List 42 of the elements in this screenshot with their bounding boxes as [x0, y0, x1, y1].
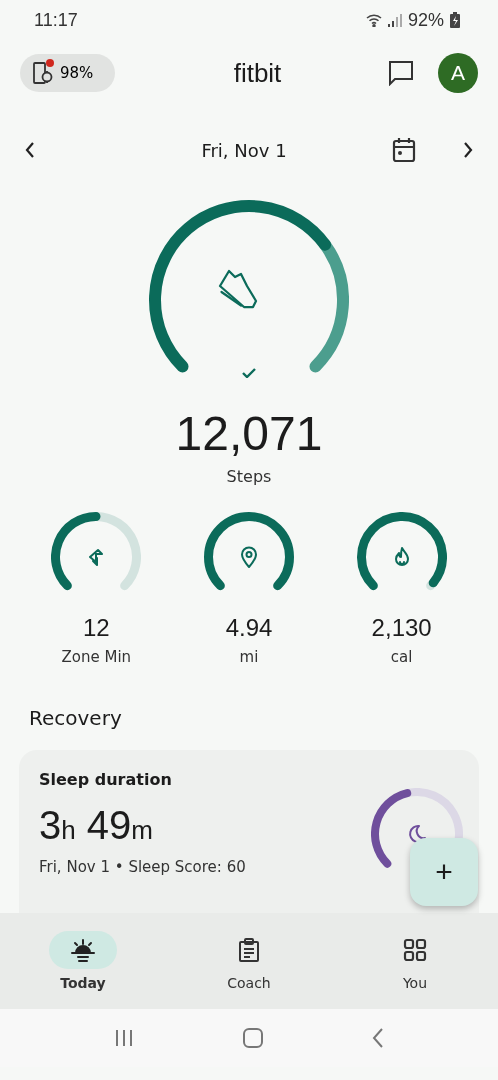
stat-label: Zone Min: [61, 648, 132, 666]
nav-tab[interactable]: You: [355, 931, 475, 991]
wifi-icon: [365, 13, 382, 27]
stat-label: cal: [390, 648, 413, 666]
sneaker-icon: [218, 269, 258, 309]
clipboard-icon: [238, 938, 260, 962]
message-icon[interactable]: [388, 60, 414, 86]
remaining-arc: [425, 578, 438, 591]
watch-phone-icon: [32, 61, 54, 85]
add-button[interactable]: +: [410, 838, 478, 906]
stat-value: 2,130: [371, 614, 432, 642]
card-title: Sleep duration: [39, 770, 173, 789]
home-icon[interactable]: [243, 1028, 263, 1048]
double-chevron-icon: [89, 549, 104, 566]
nav-tab[interactable]: Today: [23, 931, 143, 991]
moon-icon: [409, 824, 426, 843]
back-icon[interactable]: [371, 1028, 384, 1048]
steps-label: Steps: [226, 467, 272, 486]
recent-apps-icon[interactable]: [114, 1029, 135, 1047]
device-battery-chip[interactable]: 98%: [20, 54, 115, 92]
flame-icon: [394, 547, 409, 566]
previous-icon[interactable]: [24, 141, 36, 159]
grid-icon: [403, 938, 427, 962]
sleep-detail: Fri, Nov 1 • Sleep Score: 60: [39, 858, 246, 876]
sleep-duration: 3h 49m: [39, 803, 154, 848]
signal-icon: [387, 13, 402, 27]
avatar[interactable]: A: [438, 53, 478, 93]
stat-value: 4.94: [225, 614, 273, 642]
status-time: 11:17: [34, 9, 78, 31]
calendar-icon[interactable]: [392, 137, 416, 163]
date-label: Fri, Nov 1: [200, 139, 288, 161]
stat-label: mi: [239, 648, 259, 666]
location-pin-icon: [241, 546, 257, 568]
app-logo-text: fitbit: [233, 57, 282, 89]
next-icon[interactable]: [462, 141, 474, 159]
nav-tab[interactable]: Coach: [189, 931, 309, 991]
battery-charging-icon: [450, 12, 460, 28]
sunrise-icon: [70, 938, 96, 962]
battery-percent: 92%: [407, 9, 444, 31]
steps-value: 12,071: [175, 406, 323, 461]
stat-value: 12: [82, 614, 110, 642]
section-heading: Recovery: [29, 706, 123, 730]
